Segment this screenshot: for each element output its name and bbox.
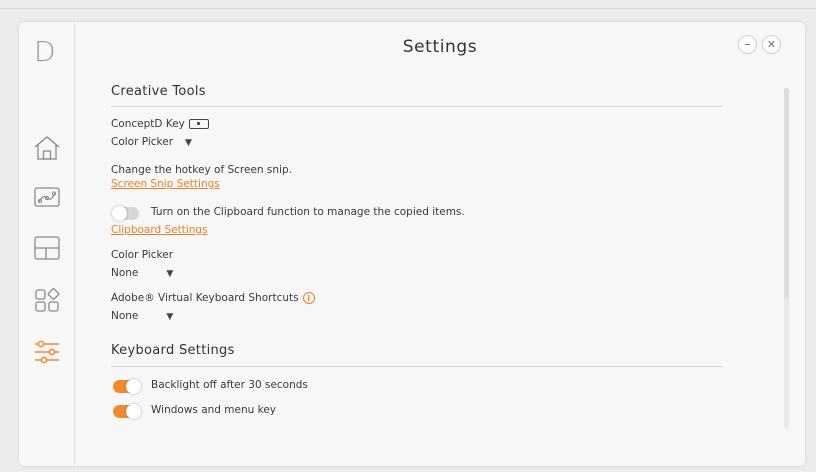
- windows-key-toggle[interactable]: [113, 404, 141, 419]
- sidebar-item-color-calibration[interactable]: [31, 182, 63, 214]
- adobe-shortcuts-label-text: Adobe® Virtual Keyboard Shortcuts: [111, 292, 299, 304]
- backlight-toggle-label: Backlight off after 30 seconds: [151, 379, 308, 391]
- color-picker-value: None: [111, 267, 139, 279]
- sidebar-item-apps[interactable]: [31, 284, 63, 316]
- conceptd-key-label-text: ConceptD Key: [111, 118, 185, 130]
- conceptd-key-value: Color Picker: [111, 136, 174, 148]
- app-logo: D: [34, 35, 56, 68]
- adobe-shortcuts-dropdown[interactable]: None ▼: [111, 310, 173, 322]
- clipboard-settings-link[interactable]: Clipboard Settings: [111, 224, 208, 236]
- close-button[interactable]: ✕: [762, 35, 781, 54]
- scrollbar-thumb[interactable]: [784, 88, 789, 298]
- clipboard-toggle-label: Turn on the Clipboard function to manage…: [151, 206, 465, 218]
- minimize-button[interactable]: –: [738, 35, 757, 54]
- scrollbar[interactable]: [784, 88, 789, 428]
- backlight-toggle[interactable]: [113, 379, 141, 394]
- sidebar-item-layout[interactable]: [31, 232, 63, 264]
- settings-content: Creative Tools ConceptD Key Color Picker…: [111, 22, 723, 466]
- adobe-shortcuts-value: None: [111, 310, 139, 322]
- curve-icon: [34, 187, 60, 207]
- section-heading-keyboard-settings: Keyboard Settings: [111, 343, 235, 358]
- clipboard-toggle[interactable]: [112, 206, 139, 221]
- section-heading-creative-tools: Creative Tools: [111, 84, 206, 99]
- toggle-knob: [126, 379, 141, 394]
- conceptd-key-dropdown[interactable]: Color Picker ▼: [111, 136, 192, 148]
- minimize-icon: –: [744, 37, 751, 52]
- sliders-icon: [35, 340, 59, 364]
- layout-icon: [34, 236, 60, 260]
- sidebar-item-home[interactable]: [31, 132, 63, 164]
- hotkey-description: Change the hotkey of Screen snip.: [111, 164, 292, 176]
- conceptd-key-label: ConceptD Key: [111, 118, 209, 130]
- info-icon[interactable]: i: [302, 292, 315, 304]
- section-divider: [111, 106, 723, 107]
- sidebar: D: [19, 22, 75, 466]
- main-panel: Settings – ✕ Creative Tools ConceptD Key…: [75, 22, 805, 466]
- apps-icon: [35, 288, 60, 312]
- adobe-shortcuts-label: Adobe® Virtual Keyboard Shortcuts i: [111, 292, 315, 304]
- top-divider: [0, 8, 816, 9]
- color-picker-dropdown[interactable]: None ▼: [111, 267, 173, 279]
- toggle-knob: [112, 206, 127, 221]
- color-picker-label: Color Picker: [111, 249, 174, 261]
- close-icon: ✕: [766, 38, 777, 51]
- section-divider: [111, 366, 723, 367]
- chevron-down-icon: ▼: [166, 312, 174, 322]
- settings-window: D Settings – ✕ Creative Tools ConceptD K…: [19, 22, 805, 466]
- chevron-down-icon: ▼: [166, 269, 174, 279]
- key-icon: [188, 119, 209, 129]
- toggle-knob: [126, 404, 141, 419]
- home-icon: [34, 136, 60, 160]
- sidebar-item-settings[interactable]: [31, 336, 63, 368]
- screen-snip-settings-link[interactable]: Screen Snip Settings: [111, 178, 220, 190]
- chevron-down-icon: ▼: [185, 138, 192, 148]
- windows-key-toggle-label: Windows and menu key: [151, 404, 277, 416]
